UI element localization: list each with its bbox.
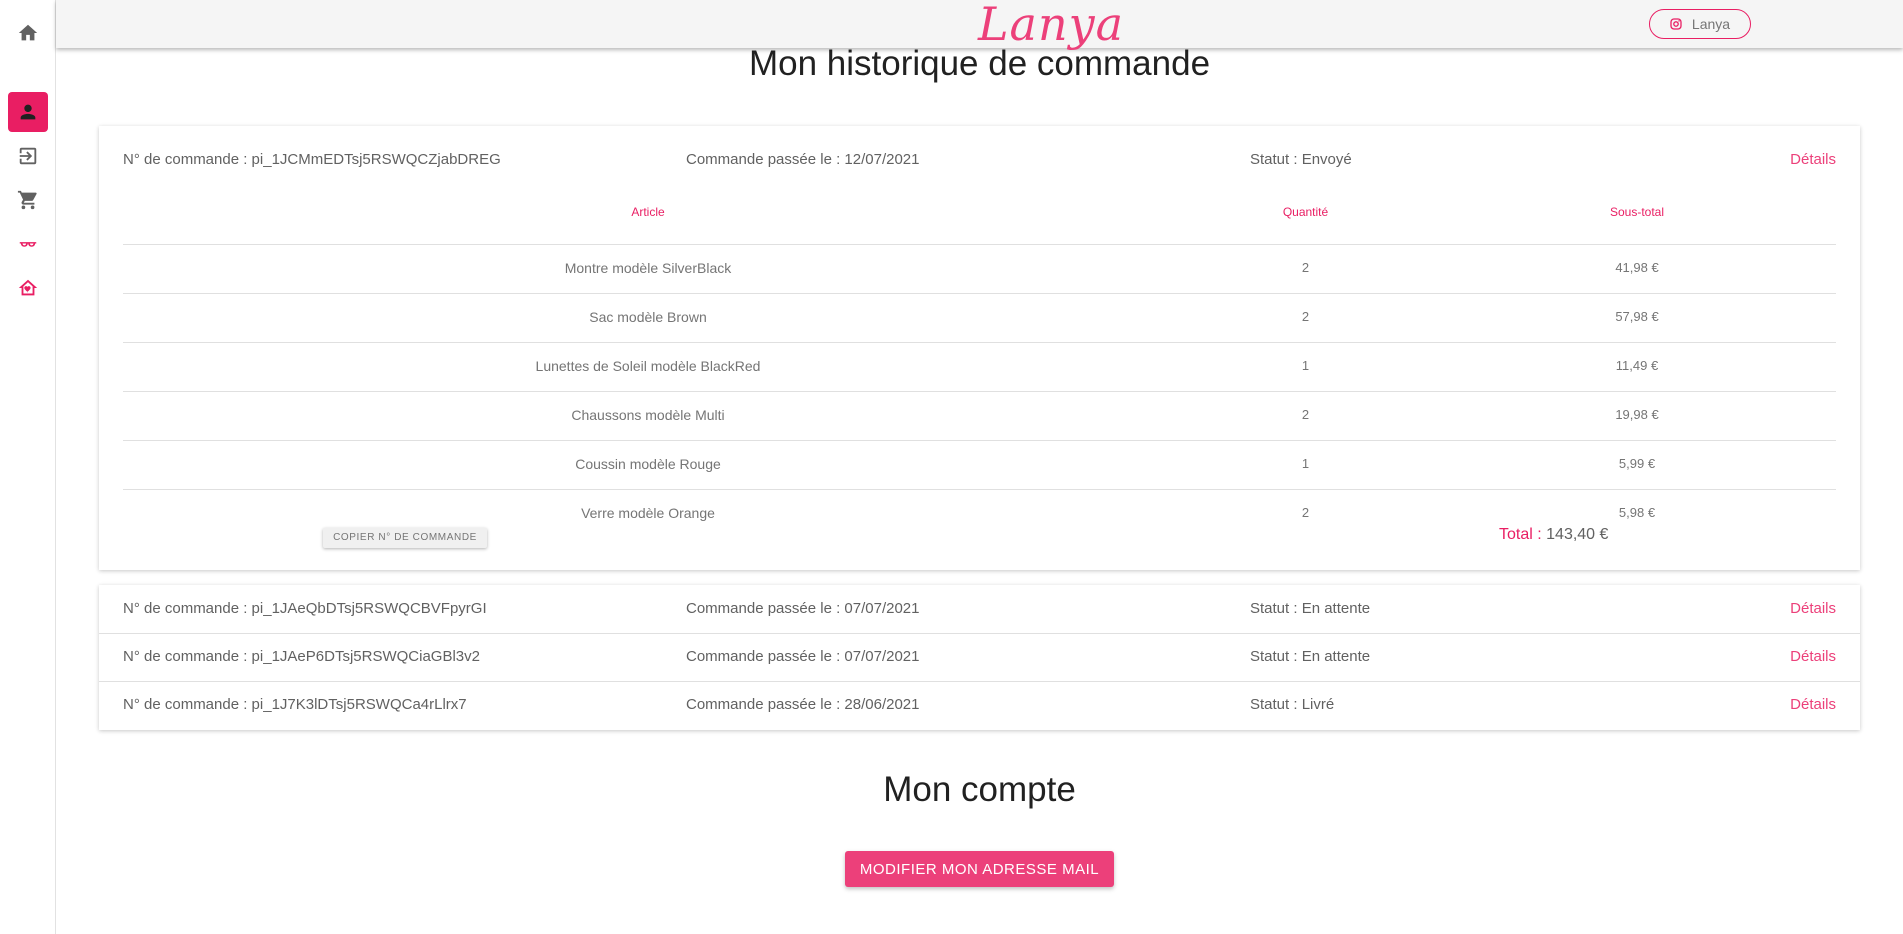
item-quantity: 1 — [1301, 456, 1310, 471]
item-article: Montre modèle SilverBlack — [564, 260, 732, 276]
total-label: Total : — [1499, 526, 1542, 543]
account-icon — [20, 104, 36, 120]
top-bar: Lanya Lanya — [56, 0, 1903, 51]
order-date: Commande passée le : 07/07/2021 — [686, 648, 920, 665]
glasses-icon — [19, 242, 37, 247]
order-card-expanded: N° de commande : pi_1JCMmEDTsj5RSWQCZjab… — [99, 126, 1860, 570]
item-article: Chaussons modèle Multi — [571, 407, 725, 423]
details-link[interactable]: Détails — [1790, 585, 1836, 633]
item-article: Coussin modèle Rouge — [575, 456, 721, 472]
item-subtotal: 41,98 € — [1615, 260, 1659, 275]
item-article: Sac modèle Brown — [589, 309, 707, 325]
table-row: Sac modèle Brown 2 57,98 € — [123, 293, 1836, 342]
details-link[interactable]: Détails — [1790, 681, 1836, 729]
column-header-quantity: Quantité — [1282, 205, 1329, 219]
table-row: Chaussons modèle Multi 2 19,98 € — [123, 391, 1836, 440]
order-date: Commande passée le : 07/07/2021 — [686, 600, 920, 617]
item-quantity: 2 — [1301, 505, 1310, 520]
instagram-icon — [1670, 18, 1682, 30]
table-row: Lunettes de Soleil modèle BlackRed 1 11,… — [123, 342, 1836, 391]
sidebar-item-account[interactable] — [8, 92, 48, 132]
details-link[interactable]: Détails — [1790, 136, 1836, 184]
order-date: Commande passée le : 28/06/2021 — [686, 696, 920, 713]
logout-icon — [19, 147, 37, 165]
sidebar-item-home[interactable] — [8, 13, 48, 53]
item-article: Verre modèle Orange — [581, 505, 715, 521]
table-header: Article Quantité Sous-total — [123, 196, 1836, 244]
order-number: N° de commande : pi_1JAeP6DTsj5RSWQCiaGB… — [123, 648, 480, 665]
sidebar-item-logout[interactable] — [8, 136, 48, 176]
details-link[interactable]: Détails — [1790, 633, 1836, 681]
copy-order-number-button[interactable]: COPIER N° DE COMMANDE — [323, 528, 487, 548]
item-subtotal: 19,98 € — [1615, 407, 1659, 422]
order-status: Statut : Envoyé — [1250, 151, 1352, 168]
brand-logo[interactable]: Lanya — [978, 0, 1124, 52]
item-article: Lunettes de Soleil modèle BlackRed — [535, 358, 761, 374]
order-number: N° de commande : pi_1JAeQbDTsj5RSWQCBVFp… — [123, 600, 487, 617]
order-list-card: N° de commande : pi_1JAeQbDTsj5RSWQCBVFp… — [99, 585, 1860, 730]
order-items-table: Article Quantité Sous-total Montre modèl… — [123, 196, 1836, 530]
account-title: Mon compte — [883, 770, 1076, 809]
order-total: Total : 143,40 € — [1499, 526, 1608, 544]
table-row: Coussin modèle Rouge 1 5,99 € — [123, 440, 1836, 489]
item-quantity: 1 — [1301, 358, 1310, 373]
order-status: Statut : En attente — [1250, 600, 1371, 617]
order-row[interactable]: N° de commande : pi_1JAeQbDTsj5RSWQCBVFp… — [99, 585, 1860, 633]
order-row[interactable]: N° de commande : pi_1JAeP6DTsj5RSWQCiaGB… — [99, 633, 1860, 681]
sidebar-item-home-decor[interactable] — [8, 268, 48, 308]
home-icon — [18, 24, 38, 41]
order-row[interactable]: N° de commande : pi_1J7K3lDTsj5RSWQCa4rL… — [99, 681, 1860, 729]
total-value: 143,40 € — [1546, 526, 1609, 543]
item-subtotal: 57,98 € — [1615, 309, 1659, 324]
sidebar — [0, 0, 56, 934]
instagram-label: Lanya — [1691, 16, 1731, 32]
item-quantity: 2 — [1301, 260, 1310, 275]
order-status: Statut : En attente — [1250, 648, 1371, 665]
order-row[interactable]: N° de commande : pi_1JCMmEDTsj5RSWQCZjab… — [99, 136, 1860, 184]
cart-icon — [17, 190, 37, 210]
order-number: N° de commande : pi_1JCMmEDTsj5RSWQCZjab… — [123, 151, 501, 168]
item-subtotal: 5,98 € — [1618, 505, 1656, 520]
sidebar-item-glasses[interactable] — [8, 224, 48, 264]
sidebar-item-cart[interactable] — [8, 180, 48, 220]
order-number: N° de commande : pi_1J7K3lDTsj5RSWQCa4rL… — [123, 696, 467, 713]
order-date: Commande passée le : 12/07/2021 — [686, 151, 920, 168]
column-header-subtotal: Sous-total — [1609, 205, 1665, 219]
item-quantity: 2 — [1301, 309, 1310, 324]
table-row: Verre modèle Orange 2 5,98 € — [123, 489, 1836, 530]
item-quantity: 2 — [1301, 407, 1310, 422]
order-status: Statut : Livré — [1250, 696, 1335, 713]
item-subtotal: 11,49 € — [1615, 358, 1659, 373]
column-header-article: Article — [631, 205, 665, 219]
item-subtotal: 5,99 € — [1618, 456, 1656, 471]
table-row: Montre modèle SilverBlack 2 41,98 € — [123, 244, 1836, 293]
home-heart-icon — [18, 279, 38, 296]
instagram-button[interactable]: Lanya — [1649, 9, 1751, 39]
change-email-button[interactable]: MODIFIER MON ADRESSE MAIL — [845, 851, 1114, 887]
